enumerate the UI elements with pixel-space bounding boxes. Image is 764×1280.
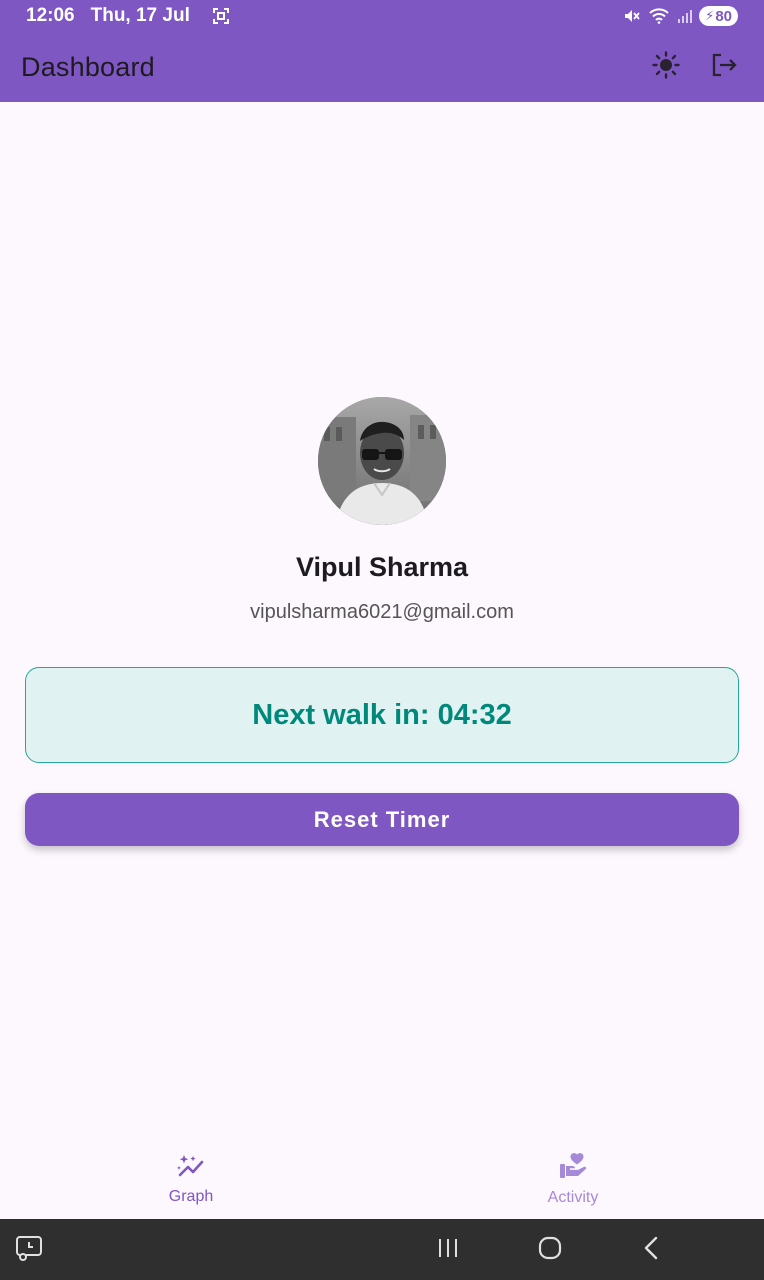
screen-recorder-button[interactable] (14, 1235, 44, 1265)
profile-name: Vipul Sharma (295, 552, 469, 582)
recents-icon (436, 1237, 460, 1264)
screen: 12:06 Thu, 17 Jul ⚡ 80 Dashboard Vipul S… (0, 0, 764, 1280)
theme-toggle-button[interactable] (642, 43, 690, 91)
screen-recorder-icon (14, 1233, 44, 1268)
graph-sparkle-icon (176, 1153, 206, 1184)
nav-item-graph[interactable]: Graph (0, 1140, 382, 1219)
reset-timer-button[interactable]: Reset Timer (25, 793, 739, 846)
logout-button[interactable] (700, 43, 748, 91)
battery-level: 80 (715, 7, 732, 25)
nav-item-activity[interactable]: Activity (382, 1140, 764, 1219)
wifi-icon (649, 8, 669, 24)
sun-icon (652, 50, 680, 84)
home-button[interactable] (535, 1235, 565, 1265)
back-button[interactable] (637, 1235, 667, 1265)
bottom-nav: Graph Activity (0, 1140, 764, 1219)
profile-email: vipulsharma6021@gmail.com (250, 601, 514, 623)
walk-timer-text: Next walk in: 04:32 (252, 698, 512, 731)
signal-icon (677, 8, 693, 24)
back-icon (642, 1236, 662, 1265)
battery-bolt-icon: ⚡ (705, 8, 715, 23)
status-date: Thu, 17 Jul (90, 5, 190, 26)
app-bar: Dashboard (0, 32, 764, 102)
status-time: 12:06 (26, 5, 75, 26)
mute-icon (623, 7, 641, 25)
logout-icon (710, 51, 738, 84)
page-title: Dashboard (21, 51, 155, 82)
system-nav-bar (0, 1219, 764, 1280)
hand-heart-icon (558, 1152, 588, 1185)
battery-icon: ⚡ 80 (699, 6, 738, 26)
nav-label-activity: Activity (547, 1189, 599, 1206)
screenshot-icon (212, 7, 230, 25)
home-icon (538, 1236, 562, 1265)
avatar (318, 397, 446, 525)
nav-label-graph: Graph (168, 1188, 214, 1205)
status-bar: 12:06 Thu, 17 Jul ⚡ 80 (0, 0, 764, 32)
walk-timer-card: Next walk in: 04:32 (25, 667, 739, 763)
recents-button[interactable] (433, 1235, 463, 1265)
